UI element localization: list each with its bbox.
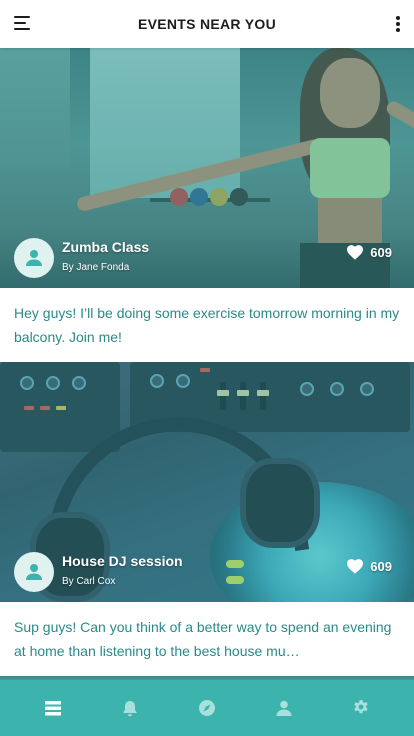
nav-feed[interactable] — [33, 688, 73, 728]
nav-settings[interactable] — [341, 688, 381, 728]
heart-icon — [347, 245, 364, 260]
nav-explore[interactable] — [187, 688, 227, 728]
person-icon — [26, 564, 42, 580]
nav-notifications[interactable] — [110, 688, 150, 728]
page-title: EVENTS NEAR YOU — [137, 16, 277, 32]
event-image[interactable]: House DJ session By Carl Cox 609 — [0, 362, 414, 602]
feed-icon — [44, 701, 61, 716]
event-card[interactable]: Zumba Class By Jane Fonda 609 Hey guys! … — [0, 48, 414, 362]
event-card[interactable]: House DJ session By Carl Cox 609 Sup guy… — [0, 362, 414, 676]
menu-icon[interactable] — [14, 16, 32, 32]
user-icon — [276, 700, 292, 716]
event-description: Sup guys! Can you think of a better way … — [0, 602, 414, 676]
event-image[interactable]: Zumba Class By Jane Fonda 609 — [0, 48, 414, 288]
compass-icon — [198, 700, 215, 716]
nav-profile[interactable] — [264, 688, 304, 728]
top-app-bar: EVENTS NEAR YOU — [0, 0, 414, 48]
event-title[interactable]: Zumba Class — [62, 239, 149, 255]
bottom-navigation — [0, 680, 414, 736]
events-feed[interactable]: Zumba Class By Jane Fonda 609 Hey guys! … — [0, 48, 414, 680]
like-count: 609 — [370, 244, 392, 260]
like-button[interactable]: 609 — [346, 558, 392, 574]
gear-icon — [354, 700, 369, 714]
person-icon — [26, 250, 42, 266]
avatar[interactable] — [14, 238, 54, 278]
event-author: By Jane Fonda — [62, 262, 130, 273]
like-count: 609 — [370, 558, 392, 574]
event-description: Hey guys! I’ll be doing some exercise to… — [0, 288, 414, 362]
heart-icon — [347, 559, 364, 574]
more-vertical-icon[interactable] — [394, 14, 402, 34]
event-title[interactable]: House DJ session — [62, 553, 183, 569]
avatar[interactable] — [14, 552, 54, 592]
bell-icon — [123, 701, 137, 717]
event-author: By Carl Cox — [62, 576, 116, 587]
like-button[interactable]: 609 — [346, 244, 392, 260]
